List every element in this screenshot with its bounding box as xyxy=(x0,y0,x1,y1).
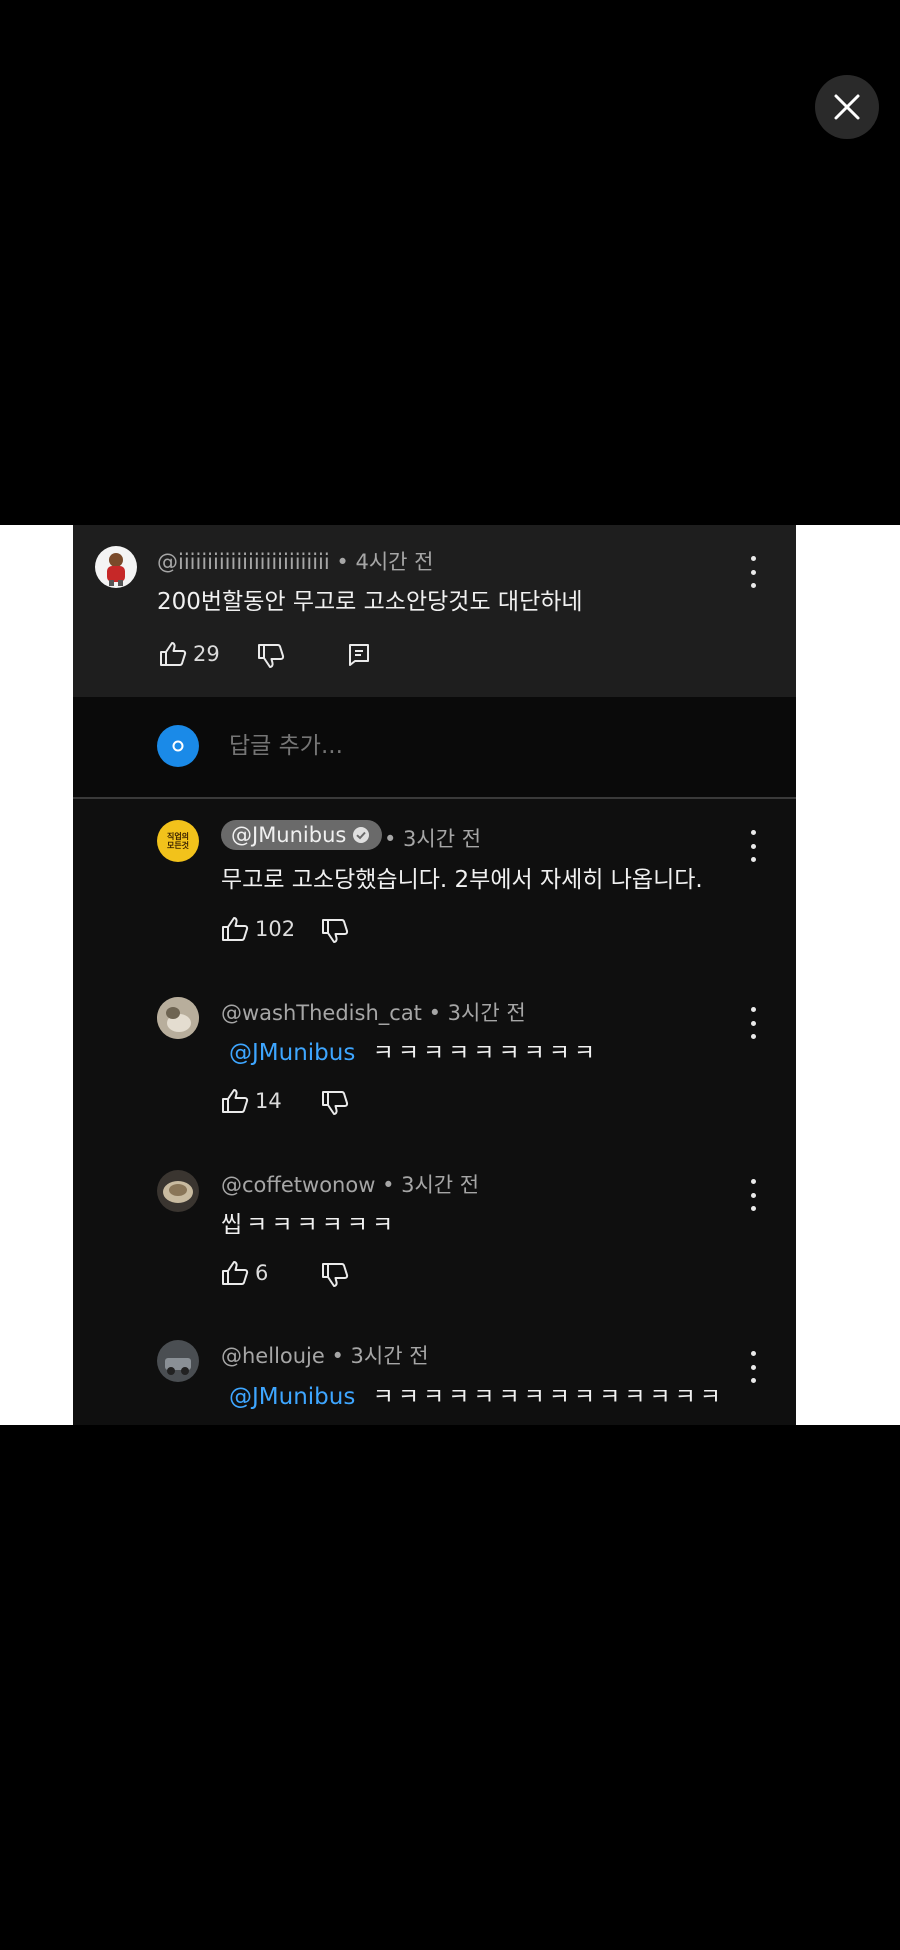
thumbs-down-icon xyxy=(322,1263,349,1287)
thumbs-down-icon xyxy=(322,1091,349,1115)
close-button[interactable] xyxy=(815,75,879,139)
comment-icon xyxy=(349,644,369,666)
thumbs-up-icon xyxy=(222,1261,249,1285)
user-avatar-icon xyxy=(157,997,199,1039)
reply-avatar[interactable] xyxy=(157,1170,199,1212)
reply-avatar[interactable]: 직업의 모든것 xyxy=(157,820,199,862)
like-button[interactable]: 6 xyxy=(221,1260,268,1286)
dislike-button[interactable] xyxy=(321,918,349,944)
like-button[interactable]: 29 xyxy=(159,641,220,667)
parent-avatar[interactable] xyxy=(95,546,137,588)
author-handle[interactable]: @iiiiiiiiiiiiiiiiiiiiiiiiii xyxy=(157,550,330,574)
dislike-button[interactable] xyxy=(321,1090,349,1116)
add-reply-section xyxy=(73,697,796,799)
like-button[interactable]: 14 xyxy=(221,1088,282,1114)
thumbs-up-icon xyxy=(222,1089,249,1113)
mention-link[interactable]: @JMunibus xyxy=(229,1040,355,1066)
parent-comment: @iiiiiiiiiiiiiiiiiiiiiiiiii • 4시간 전 200번… xyxy=(73,525,796,697)
parent-comment-meta: @iiiiiiiiiiiiiiiiiiiiiiiiii • 4시간 전 xyxy=(157,546,433,576)
user-avatar-icon xyxy=(157,1170,199,1212)
timestamp: • 3시간 전 xyxy=(331,1344,429,1368)
reply-text: 씹ㅋㅋㅋㅋㅋㅋ xyxy=(221,1212,398,1238)
thumbs-down-icon xyxy=(322,919,349,943)
timestamp: • 3시간 전 xyxy=(384,827,482,851)
close-icon xyxy=(834,94,860,120)
verified-icon xyxy=(353,827,370,843)
dislike-button[interactable] xyxy=(257,643,285,669)
thumbs-up-icon xyxy=(222,917,249,941)
reply-more-button[interactable] xyxy=(743,1179,763,1211)
reply-text: @JMunibus ㅋㅋㅋㅋㅋㅋㅋㅋㅋ xyxy=(229,1033,599,1067)
reply-more-button[interactable] xyxy=(743,830,763,862)
comment-panel: @iiiiiiiiiiiiiiiiiiiiiiiiii • 4시간 전 200번… xyxy=(73,525,796,1425)
reply-text: 무고로 고소당했습니다. 2부에서 자세히 나옵니다. xyxy=(221,867,703,893)
reply-text-body: ㅋㅋㅋㅋㅋㅋㅋㅋㅋㅋㅋㅋㅋㅋ xyxy=(372,1384,725,1410)
timestamp: • 3시간 전 xyxy=(382,1173,480,1197)
reply-meta: @washThedish_cat • 3시간 전 xyxy=(221,997,526,1027)
parent-comment-text: 200번할동안 무고로 고소안당것도 대단하네 xyxy=(157,589,583,615)
reply-meta: @hellouje • 3시간 전 xyxy=(221,1340,429,1370)
creator-handle-badge[interactable]: @JMunibus xyxy=(221,820,383,850)
reply-more-button[interactable] xyxy=(743,1351,763,1383)
reply-button[interactable] xyxy=(347,642,371,666)
timestamp: • 4시간 전 xyxy=(336,550,434,574)
channel-logo-text: 직업의 모든것 xyxy=(166,832,190,850)
like-button[interactable]: 102 xyxy=(221,916,295,942)
user-icon xyxy=(172,740,184,752)
author-handle[interactable]: @coffetwonow xyxy=(221,1173,375,1197)
add-reply-input[interactable] xyxy=(227,732,631,760)
more-icon-dot xyxy=(750,556,756,561)
reply-meta: @coffetwonow • 3시간 전 xyxy=(221,1169,479,1199)
reply-avatar[interactable] xyxy=(157,997,199,1039)
user-avatar-icon xyxy=(157,1340,199,1382)
author-handle: @JMunibus xyxy=(231,823,347,847)
reply-avatar[interactable] xyxy=(157,1340,199,1382)
like-count: 14 xyxy=(255,1089,282,1113)
thumbs-down-icon xyxy=(258,644,285,668)
like-count: 102 xyxy=(255,917,296,941)
parent-more-button[interactable] xyxy=(743,556,763,588)
thumbs-up-icon xyxy=(160,642,187,666)
mention-link[interactable]: @JMunibus xyxy=(229,1384,355,1410)
like-count: 29 xyxy=(193,642,220,666)
like-count: 6 xyxy=(255,1261,269,1285)
author-handle[interactable]: @washThedish_cat xyxy=(221,1001,422,1025)
timestamp: • 3시간 전 xyxy=(428,1001,526,1025)
author-handle[interactable]: @hellouje xyxy=(221,1344,325,1368)
reply-text-body: ㅋㅋㅋㅋㅋㅋㅋㅋㅋ xyxy=(372,1040,600,1066)
user-avatar-icon xyxy=(107,553,125,586)
current-user-avatar xyxy=(157,725,199,767)
reply-more-button[interactable] xyxy=(743,1007,763,1039)
reply-text: @JMunibus ㅋㅋㅋㅋㅋㅋㅋㅋㅋㅋㅋㅋㅋㅋ xyxy=(229,1377,725,1411)
dislike-button[interactable] xyxy=(321,1262,349,1288)
